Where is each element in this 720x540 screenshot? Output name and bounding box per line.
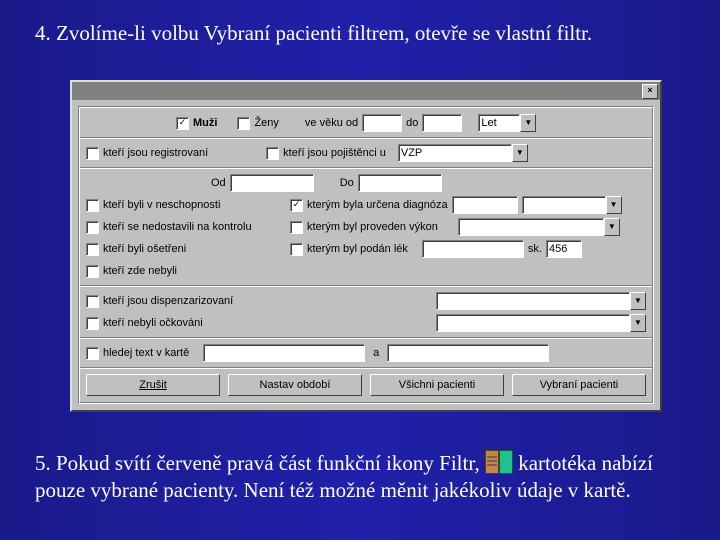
label-hledej: hledej text v kartě [103,347,189,359]
label-neschopnost: kteří byli v neschopnosti [103,199,220,211]
chevron-down-icon: ▼ [606,196,622,214]
selected-patients-button[interactable]: Vybraní pacienti [512,374,646,396]
input-date-from[interactable] [230,174,314,192]
instruction-text-top: 4. Zvolíme-li volbu Vybraní pacienti fil… [0,0,720,57]
input-search-1[interactable] [203,344,365,362]
set-period-button[interactable]: Nastav období [228,374,362,396]
label-nebyli: kteří zde nebyli [103,265,177,277]
checkbox-diagnoza[interactable]: ✓ kterým byla určena diagnóza [290,199,448,212]
combo-age-unit[interactable]: Let ▼ [478,114,536,132]
label-muzi: Muži [193,117,217,129]
checkbox-lek[interactable]: kterým byl podán lék [290,243,408,256]
label-vykon: kterým byl proveden výkon [307,221,438,233]
combo-vykon[interactable]: ▼ [458,218,620,236]
checkbox-osetren[interactable]: kteří byli ošetřeni [86,243,286,256]
chevron-down-icon: ▼ [604,218,620,236]
label-osetren: kteří byli ošetřeni [103,243,186,255]
chevron-down-icon: ▼ [520,114,536,132]
filter-dialog: × ✓ Muži Ženy ve věku od do Let ▼ [70,80,662,412]
filter-icon [485,450,513,474]
label-registrovani: kteří jsou registrovaní [103,147,208,159]
checkbox-neschopnost[interactable]: kteří byli v neschopnosti [86,199,286,212]
combo-dispenz[interactable]: ▼ [436,292,646,310]
input-sk[interactable]: 456 [546,240,582,258]
label-zeny: Ženy [254,117,278,129]
label-do2: Do [340,177,354,189]
chevron-down-icon: ▼ [512,144,528,162]
input-lek[interactable] [422,240,524,258]
input-diagnoza[interactable] [452,196,518,214]
chevron-down-icon: ▼ [630,314,646,332]
chevron-down-icon: ▼ [630,292,646,310]
input-age-from[interactable] [362,114,402,132]
checkbox-ockovani[interactable]: kteří nebyli očkováni [86,317,203,330]
label-do: do [406,117,418,129]
checkbox-dispenz[interactable]: kteří jsou dispenzarizovaní [86,295,233,308]
label-lek: kterým byl podán lék [307,243,408,255]
checkbox-pojistenci[interactable]: kteří jsou pojištěnci u [266,147,386,160]
checkbox-kontrola[interactable]: kteří se nedostavili na kontrolu [86,221,286,234]
instruction-text-bottom: 5. Pokud svítí červeně pravá část funkčn… [35,450,685,505]
combo-diagnoza[interactable]: ▼ [522,196,622,214]
close-icon[interactable]: × [642,84,658,99]
titlebar: × [72,82,660,100]
checkbox-registrovani[interactable]: kteří jsou registrovaní [86,147,208,160]
checkbox-nebyli[interactable]: kteří zde nebyli [86,265,177,278]
label-kontrola: kteří se nedostavili na kontrolu [103,221,252,233]
checkbox-muzi[interactable]: ✓ Muži [176,117,217,130]
label-od: Od [211,177,226,189]
label-diagnoza: kterým byla určena diagnóza [307,199,448,211]
all-patients-button[interactable]: Všichni pacienti [370,374,504,396]
combo-pojistovna[interactable]: VZP ▼ [398,144,528,162]
label-a: a [369,347,383,359]
checkbox-vykon[interactable]: kterým byl proveden výkon [290,221,438,234]
label-dispenz: kteří jsou dispenzarizovaní [103,295,233,307]
label-ve-veku-od: ve věku od [305,117,358,129]
label-ockovani: kteří nebyli očkováni [103,317,203,329]
checkbox-hledej[interactable]: hledej text v kartě [86,347,189,360]
input-search-2[interactable] [387,344,549,362]
combo-ockovani[interactable]: ▼ [436,314,646,332]
checkbox-zeny[interactable]: Ženy [237,117,278,130]
input-date-to[interactable] [358,174,442,192]
input-age-to[interactable] [422,114,462,132]
label-sk: sk. [528,243,542,255]
label-pojistenci: kteří jsou pojištěnci u [283,147,386,159]
cancel-button[interactable]: Zrušit [86,374,220,396]
